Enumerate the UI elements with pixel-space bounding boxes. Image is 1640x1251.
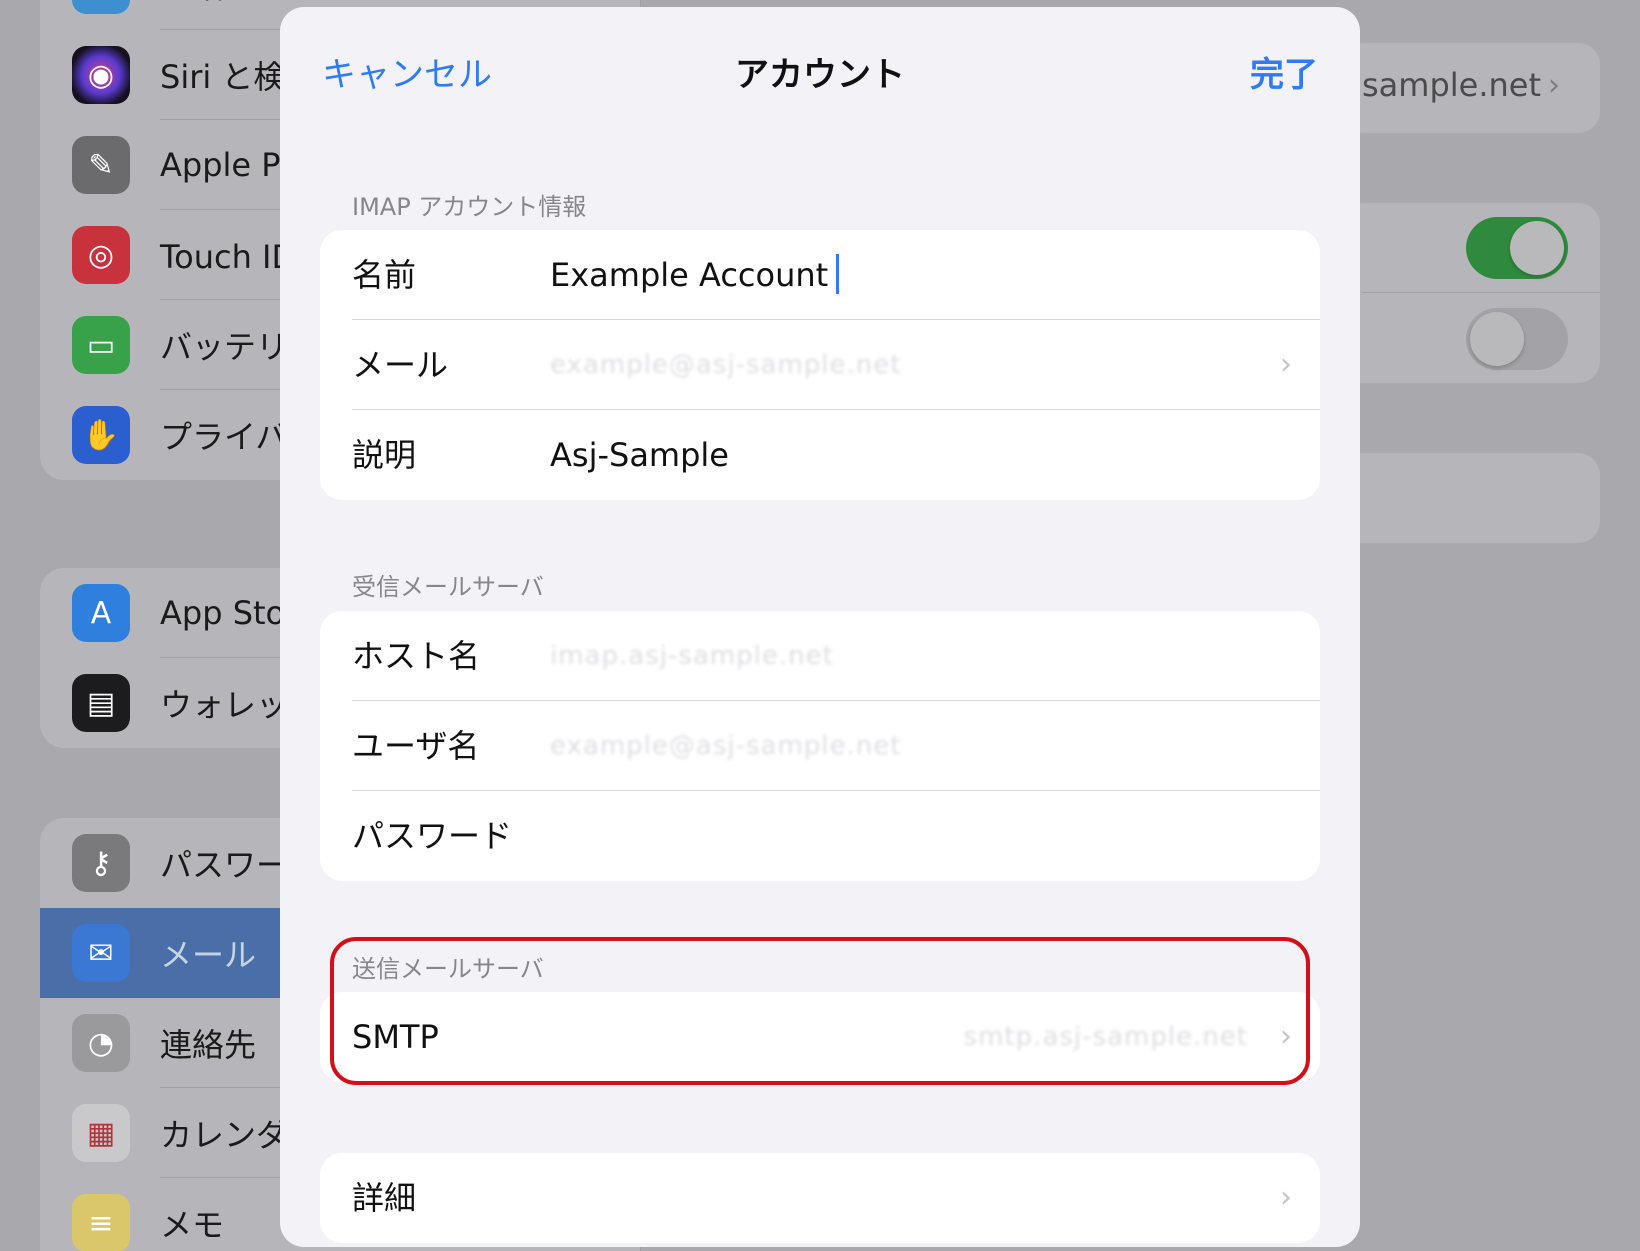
calendar-icon: ▦ [72, 1104, 130, 1162]
toggle-knob [1510, 221, 1564, 275]
username-row[interactable]: ユーザ名 example@asj-sample.net [320, 701, 1320, 791]
hand-icon: ✋ [72, 406, 130, 464]
sidebar-item-label: メモ [160, 1206, 225, 1244]
chevron-right-icon: › [1280, 1019, 1292, 1054]
name-field[interactable]: Example Account [550, 230, 840, 320]
password-label: パスワード [352, 817, 513, 855]
hostname-label: ホスト名 [352, 637, 481, 675]
email-row[interactable]: メール example@asj-sample.net › [320, 320, 1320, 410]
description-field[interactable]: Asj-Sample [550, 410, 729, 500]
pencil-icon: ✎ [72, 136, 130, 194]
notes-icon: ≡ [72, 1194, 130, 1251]
chevron-right-icon: › [1548, 68, 1560, 103]
account-url: sample.net [1362, 66, 1542, 104]
battery-icon: ▭ [72, 316, 130, 374]
description-row[interactable]: 説明 Asj-Sample [320, 410, 1320, 500]
cancel-button[interactable]: キャンセル [322, 47, 492, 96]
sidebar-item-label: 壁紙 [160, 0, 224, 8]
account-sheet: アカウント キャンセル 完了 IMAP アカウント情報 名前 Example A… [280, 7, 1360, 1247]
email-label: メール [352, 346, 449, 384]
text-cursor [836, 254, 840, 294]
sidebar-item-label: 連絡先 [160, 1026, 257, 1064]
username-label: ユーザ名 [352, 727, 480, 765]
divider [1362, 292, 1600, 293]
imap-section-header: IMAP アカウント情報 [352, 193, 587, 221]
key-icon: ⚷ [72, 834, 130, 892]
wallpaper-icon: ✿ [72, 0, 130, 14]
done-button[interactable]: 完了 [1250, 47, 1318, 96]
account-toggle[interactable] [1466, 217, 1568, 279]
hostname-row[interactable]: ホスト名 imap.asj-sample.net [320, 611, 1320, 701]
description-label: 説明 [352, 436, 417, 474]
outgoing-section-header: 送信メールサーバ [352, 955, 544, 983]
name-label: 名前 [352, 256, 417, 294]
sidebar-item-label: メール [160, 936, 257, 974]
name-value: Example Account [550, 256, 829, 294]
siri-icon: ◉ [72, 46, 130, 104]
toggle-knob [1470, 312, 1524, 366]
incoming-server-group: ホスト名 imap.asj-sample.net ユーザ名 example@as… [320, 611, 1320, 881]
smtp-label: SMTP [352, 1018, 439, 1056]
password-row[interactable]: パスワード [320, 791, 1320, 881]
chevron-right-icon: › [1280, 1180, 1292, 1215]
advanced-row[interactable]: 詳細 › [320, 1153, 1320, 1243]
mail-icon: ✉ [72, 924, 130, 982]
incoming-section-header: 受信メールサーバ [352, 573, 544, 601]
imap-account-group: 名前 Example Account メール example@asj-sampl… [320, 230, 1320, 500]
service-toggle[interactable] [1466, 308, 1568, 370]
advanced-group: 詳細 › [320, 1153, 1320, 1243]
fingerprint-icon: ◎ [72, 226, 130, 284]
smtp-server-value: smtp.asj-sample.net [963, 1022, 1248, 1052]
advanced-label: 詳細 [352, 1179, 417, 1217]
email-value: example@asj-sample.net [550, 350, 902, 380]
name-row[interactable]: 名前 Example Account [320, 230, 1320, 320]
delete-account-card[interactable] [1340, 453, 1600, 543]
hostname-field[interactable]: imap.asj-sample.net [550, 611, 834, 701]
username-field[interactable]: example@asj-sample.net [550, 701, 901, 791]
chevron-right-icon: › [1280, 347, 1292, 382]
app-store-icon: A [72, 584, 130, 642]
contacts-icon: ◔ [72, 1014, 130, 1072]
outgoing-server-group: SMTP smtp.asj-sample.net › [320, 992, 1320, 1082]
smtp-row[interactable]: SMTP smtp.asj-sample.net › [320, 992, 1320, 1082]
wallet-icon: ▤ [72, 674, 130, 732]
